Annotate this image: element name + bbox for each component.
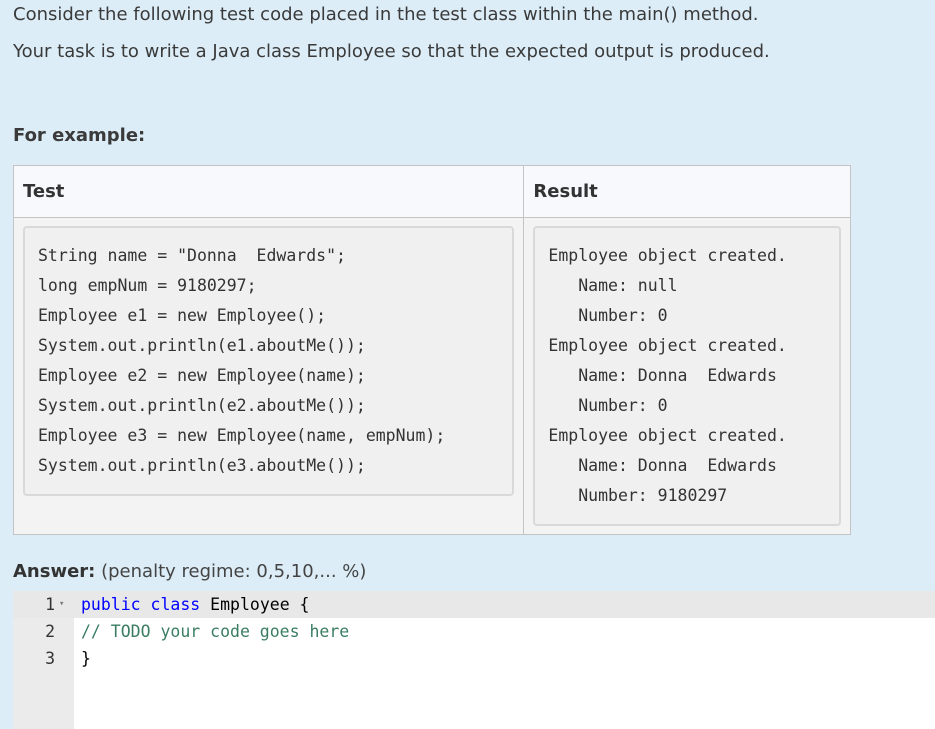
code-text[interactable]: public class Employee { <box>81 591 310 618</box>
code-comment[interactable]: // TODO your code goes here <box>81 618 349 645</box>
question-text-line-1: Consider the following test code placed … <box>13 4 759 25</box>
keyword: public class <box>81 595 201 614</box>
test-cell: String name = "Donna Edwards"; long empN… <box>12 217 525 535</box>
table-header-row: Test Result <box>12 165 851 218</box>
result-cell: Employee object created. Name: null Numb… <box>523 217 851 535</box>
editor-line-2[interactable]: 2 // TODO your code goes here <box>13 618 935 645</box>
editor-line-3[interactable]: 3 } <box>13 645 935 672</box>
test-column-header: Test <box>12 165 525 218</box>
penalty-regime: (penalty regime: 0,5,10,... %) <box>101 561 367 582</box>
test-code-block: String name = "Donna Edwards"; long empN… <box>23 226 515 496</box>
for-example-heading: For example: <box>13 125 146 146</box>
table-row: String name = "Donna Edwards"; long empN… <box>12 217 851 535</box>
code-text[interactable]: } <box>81 645 91 672</box>
fold-arrow-icon[interactable]: ▾ <box>59 591 64 618</box>
editor-line-1[interactable]: 1 ▾ public class Employee { <box>13 591 935 618</box>
result-output-block: Employee object created. Name: null Numb… <box>533 226 841 526</box>
line-number: 2 <box>45 622 55 641</box>
line-number: 1 <box>45 595 55 614</box>
code-token: Employee { <box>200 595 310 614</box>
answer-label: Answer: (penalty regime: 0,5,10,... %) <box>13 561 366 582</box>
question-text-line-2: Your task is to write a Java class Emplo… <box>13 41 770 62</box>
result-column-header: Result <box>523 165 851 218</box>
answer-heading: Answer: <box>13 561 96 582</box>
code-editor[interactable]: 1 ▾ public class Employee { 2 // TODO yo… <box>13 591 935 729</box>
examples-table: Test Result String name = "Donna Edwards… <box>12 165 851 535</box>
line-number: 3 <box>45 649 55 668</box>
